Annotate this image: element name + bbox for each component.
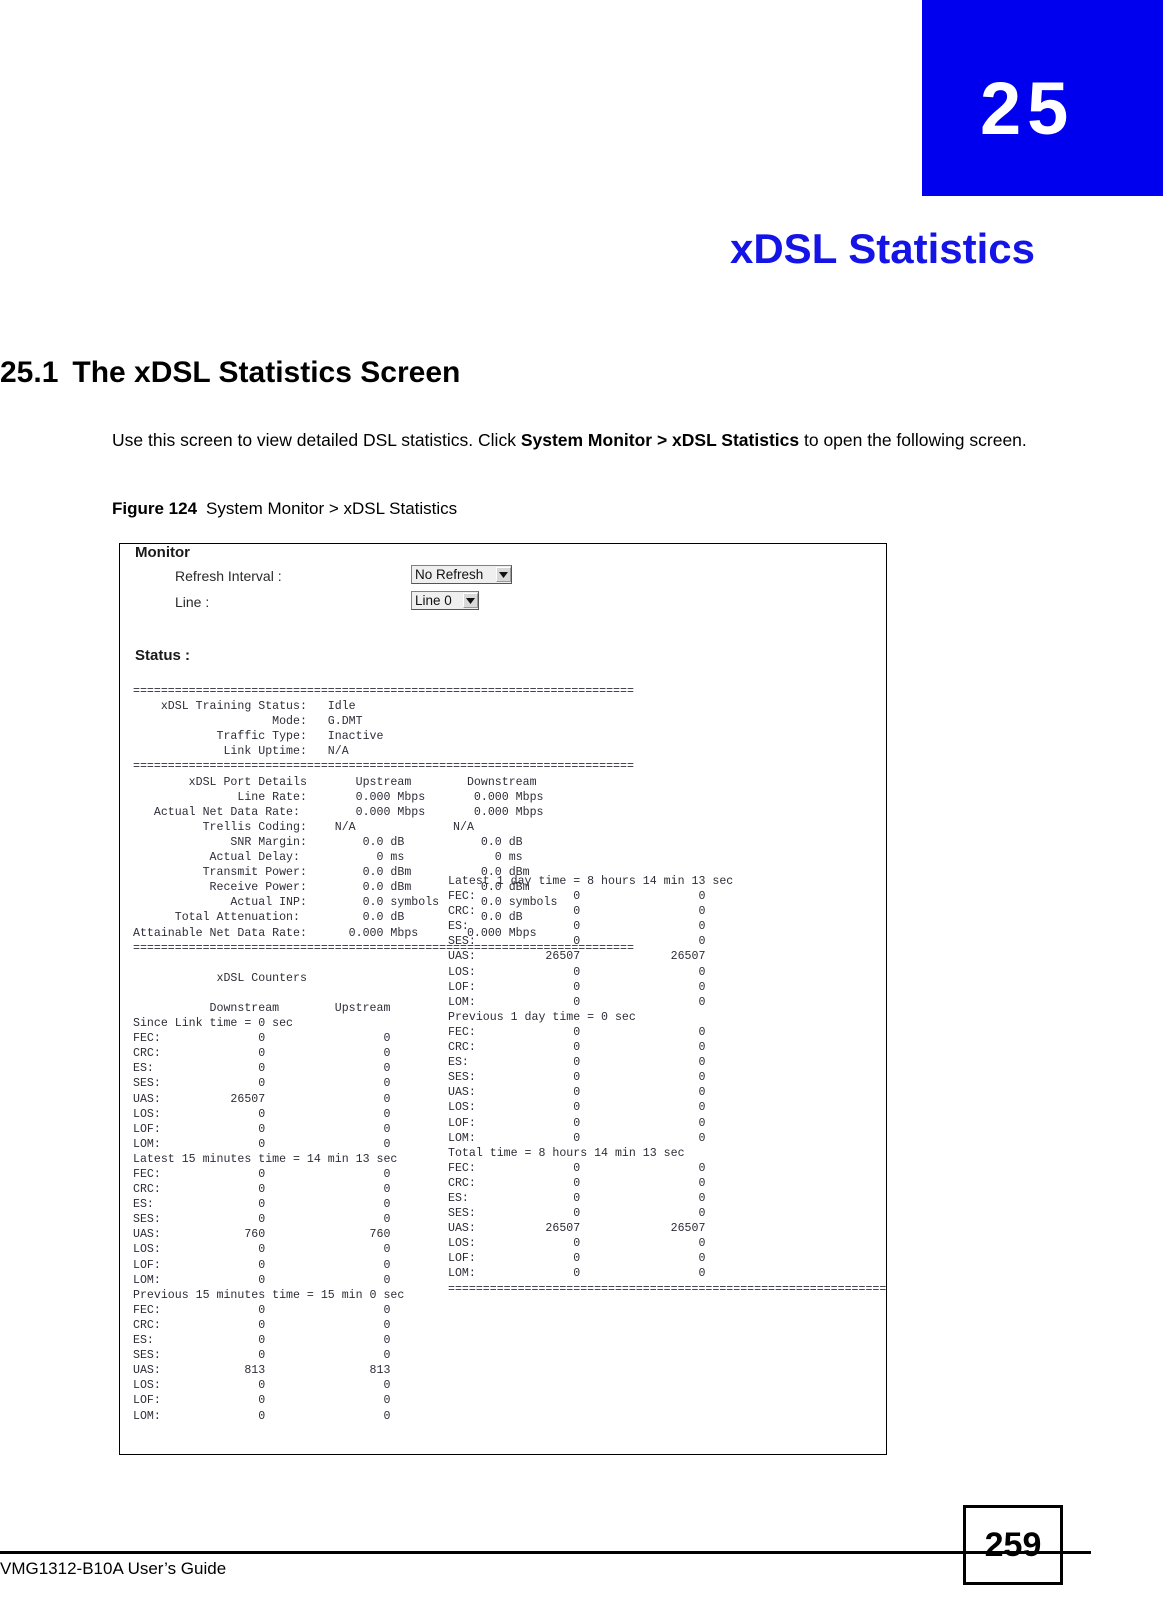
intro-paragraph: Use this screen to view detailed DSL sta… <box>112 428 1042 453</box>
screenshot-figure: Monitor Refresh Interval : No Refresh Li… <box>119 543 887 1455</box>
section-number: 25.1 <box>0 356 59 389</box>
section-heading: 25.1 The xDSL Statistics Screen <box>0 356 460 390</box>
refresh-interval-select[interactable]: No Refresh <box>411 565 512 584</box>
page-number-box: 259 <box>963 1505 1063 1585</box>
figure-caption: Figure 124 System Monitor > xDSL Statisti… <box>112 499 457 519</box>
dsl-statistics-console: ========================================… <box>133 684 886 1423</box>
console-right-column: Latest 1 day time = 8 hours 14 min 13 se… <box>448 875 887 1296</box>
chapter-number-block: 25 <box>922 0 1163 196</box>
line-label: Line : <box>175 594 210 610</box>
refresh-interval-value: No Refresh <box>415 566 484 582</box>
figure-label: Figure 124 <box>112 499 198 518</box>
footer-divider <box>0 1551 1091 1554</box>
monitor-panel-title: Monitor <box>135 544 190 561</box>
chevron-down-icon[interactable] <box>463 593 478 608</box>
footer-guide-title: VMG1312-B10A User’s Guide <box>0 1559 227 1578</box>
intro-menu-path: System Monitor > xDSL Statistics <box>520 430 800 450</box>
refresh-interval-label: Refresh Interval : <box>175 568 282 584</box>
chapter-number: 25 <box>980 67 1075 150</box>
figure-caption-text: System Monitor > xDSL Statistics <box>206 499 458 518</box>
chevron-down-icon[interactable] <box>496 567 511 582</box>
intro-text-before: Use this screen to view detailed DSL sta… <box>112 430 521 450</box>
chapter-title: xDSL Statistics <box>729 225 1035 272</box>
line-select[interactable]: Line 0 <box>411 591 479 610</box>
intro-text-after: to open the following screen. <box>799 430 1027 450</box>
status-label: Status : <box>135 647 191 664</box>
section-title: The xDSL Statistics Screen <box>72 356 461 389</box>
line-value: Line 0 <box>415 592 452 608</box>
page-number: 259 <box>984 1525 1042 1564</box>
